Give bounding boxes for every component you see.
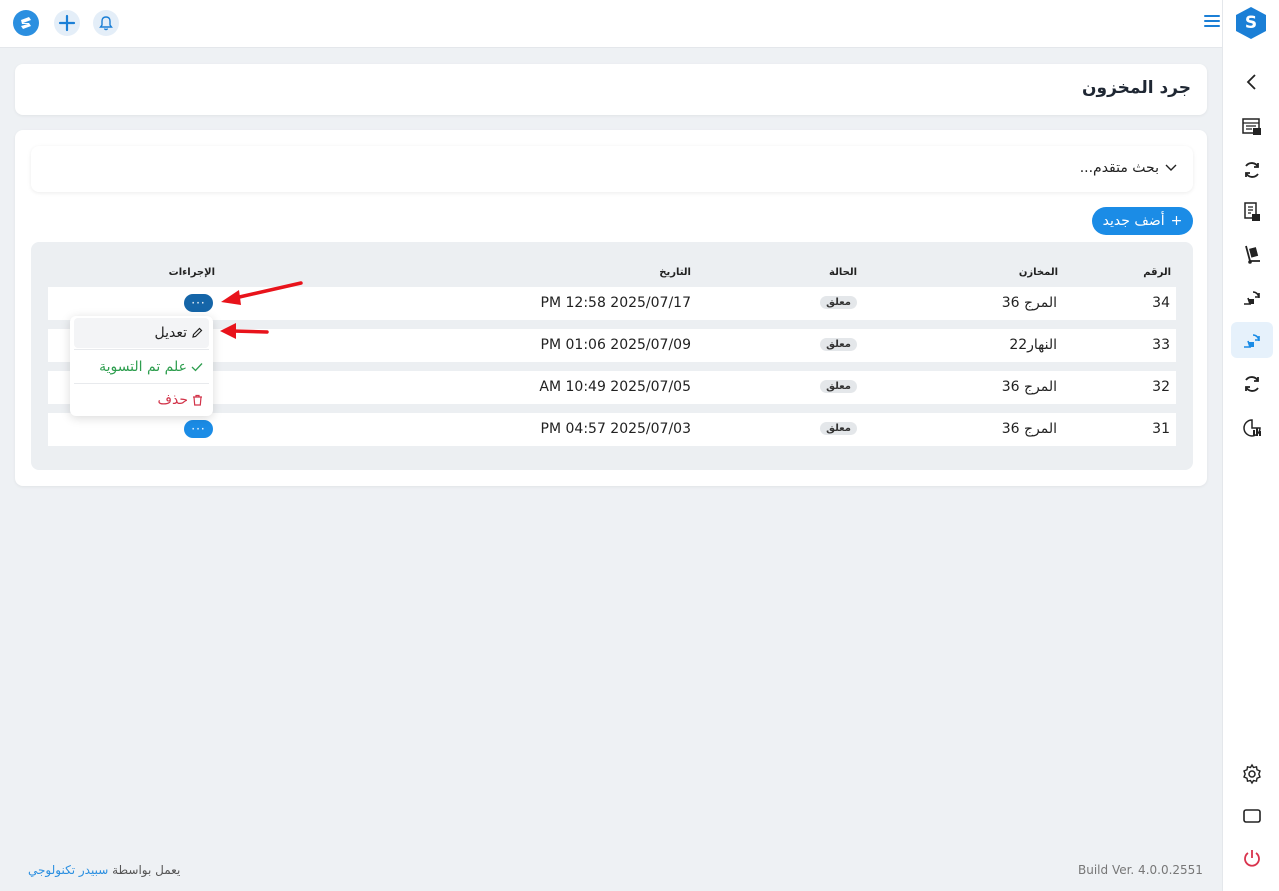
sync-icon [1245,376,1259,392]
bell-icon[interactable] [93,10,119,36]
menu-item-mark-settled[interactable]: علم تم التسوية [74,352,209,382]
stocktake-icon [1244,334,1260,348]
trash-icon [193,394,202,406]
row-warehouse: المرج 36 [1001,421,1057,437]
sidebar-item-transfer[interactable] [1231,279,1273,315]
refresh-icon [1245,162,1259,178]
footer-powered-by: يعمل بواسطة سبيدر تكنولوجي [28,863,180,877]
menu-item-edit-label: تعديل [154,325,188,341]
row-date: PM 04:57 2025/07/03 [540,421,691,437]
gear-icon[interactable] [1231,756,1273,792]
column-header-number: الرقم [1143,267,1171,278]
advanced-search-label: بحث متقدم... [1079,160,1159,176]
table-row[interactable]: 31 المرج 36 معلق PM 04:57 2025/07/03 ··· [48,413,1176,446]
plus-icon[interactable] [54,10,80,36]
brand-logo-icon[interactable]: S [1236,7,1266,39]
sidebar-item-sync[interactable] [1231,152,1273,188]
document-icon [1244,202,1260,221]
monitor-icon[interactable] [1231,798,1273,834]
menu-item-mark-settled-label: علم تم التسوية [99,359,187,375]
row-warehouse: النهار22 [1009,337,1057,353]
power-icon[interactable] [1231,840,1273,876]
column-header-warehouse: المخازن [1018,267,1058,278]
row-number: 33 [1152,337,1170,353]
row-date: AM 10:49 2025/07/05 [539,379,691,395]
top-bar [0,0,1222,48]
sidebar-item-stock[interactable] [1231,236,1273,272]
add-new-button[interactable]: + أضف جديد [1092,207,1193,235]
add-new-label: أضف جديد [1102,213,1165,229]
plus-icon: + [1170,213,1183,229]
sidebar-item-reports[interactable] [1231,410,1273,446]
page-title: جرد المخزون [1082,78,1191,98]
menu-item-edit[interactable]: تعديل [74,318,209,348]
row-number: 32 [1152,379,1170,395]
footer-brand-link[interactable]: سبيدر تكنولوجي [28,863,108,877]
chevron-left-icon[interactable] [1231,64,1273,100]
advanced-search-toggle[interactable]: بحث متقدم... [1080,160,1177,176]
column-header-actions: الإجراءات [168,267,215,278]
sidebar-item-resync[interactable] [1231,366,1273,402]
main-card: بحث متقدم... + أضف جديد الرقم المخازن ال… [15,130,1207,486]
sidebar-item-stocktake[interactable] [1231,322,1273,358]
advanced-search-panel[interactable]: بحث متقدم... [31,146,1193,192]
status-badge: معلق [820,380,857,393]
row-actions-menu: تعديل علم تم التسوية حذف [70,316,213,416]
check-icon [191,363,203,372]
hamburger-icon[interactable] [1204,15,1220,29]
transfer-icon [1244,291,1260,305]
annotation-arrow-icon [220,323,269,339]
sidebar-item-inventory[interactable] [1231,109,1273,145]
footer-powered-prefix: يعمل بواسطة [112,863,181,877]
row-number: 34 [1152,295,1170,311]
menu-item-delete-label: حذف [157,392,188,408]
status-badge: معلق [820,296,857,309]
menu-divider [74,383,209,384]
report-chart-icon [1243,419,1261,437]
table-row[interactable]: 32 المرج 36 معلق AM 10:49 2025/07/05 [48,371,1176,404]
chevron-down-icon [1165,164,1177,171]
row-date: PM 12:58 2025/07/17 [540,295,691,311]
status-badge: معلق [820,338,857,351]
menu-divider [74,349,209,350]
sidebar: S [1222,0,1279,891]
row-date: PM 01:06 2025/07/09 [540,337,691,353]
row-warehouse: المرج 36 [1001,379,1057,395]
row-warehouse: المرج 36 [1001,295,1057,311]
warehouse-icon [1242,118,1261,135]
column-header-date: التاريخ [659,267,691,278]
spider-logo-icon[interactable] [13,10,39,36]
row-actions-button[interactable]: ··· [184,294,213,312]
annotation-arrow-icon [221,281,303,305]
sidebar-item-orders[interactable] [1231,194,1273,230]
column-header-status: الحالة [829,267,857,278]
menu-item-delete[interactable]: حذف [74,385,209,415]
title-card: جرد المخزون [15,64,1207,115]
pencil-icon [192,327,203,338]
row-number: 31 [1152,421,1170,437]
status-badge: معلق [820,422,857,435]
footer-build-version: Build Ver. 4.0.0.2551 [1078,863,1203,877]
hand-truck-icon [1245,245,1260,264]
row-actions-button[interactable]: ··· [184,420,213,438]
